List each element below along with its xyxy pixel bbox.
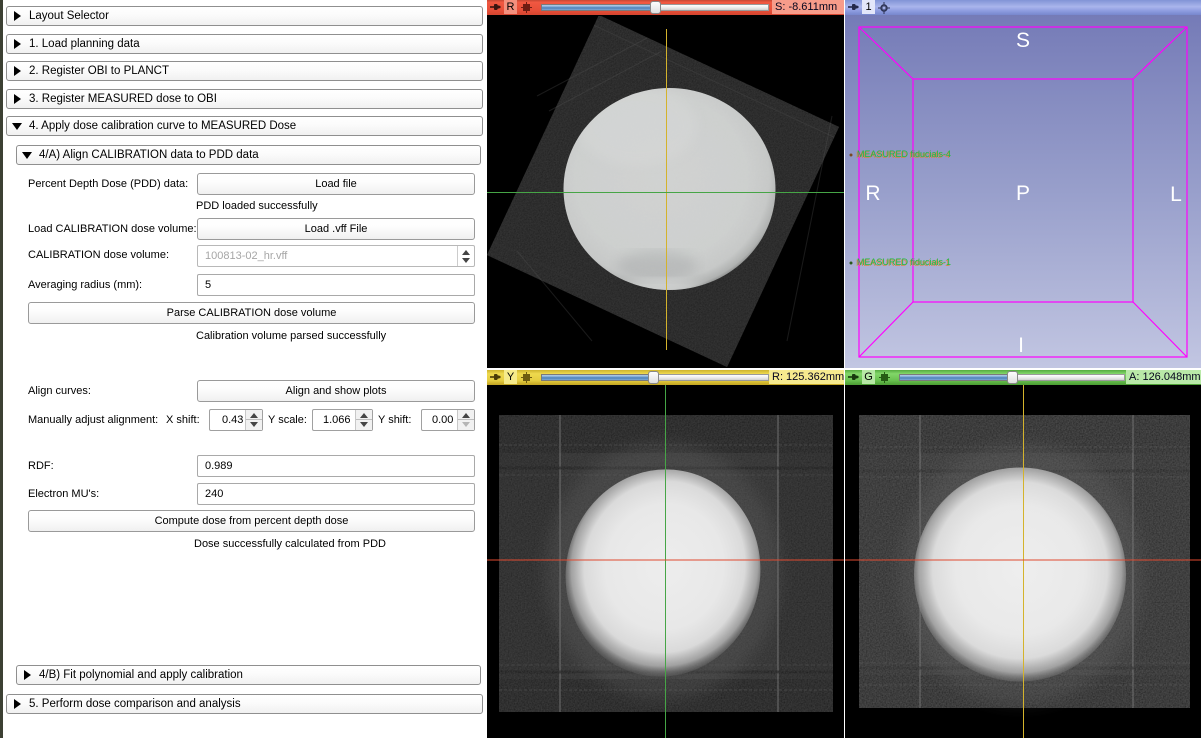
svg-text:R: R — [865, 182, 880, 205]
svg-text:I: I — [1018, 334, 1024, 357]
svg-text:P: P — [1016, 182, 1030, 205]
svg-text:L: L — [1170, 183, 1182, 206]
svg-text:S: S — [1016, 29, 1030, 52]
svg-text:MEASURED fiducials-1: MEASURED fiducials-1 — [857, 257, 951, 267]
svg-text:MEASURED fiducials-4: MEASURED fiducials-4 — [857, 149, 951, 159]
